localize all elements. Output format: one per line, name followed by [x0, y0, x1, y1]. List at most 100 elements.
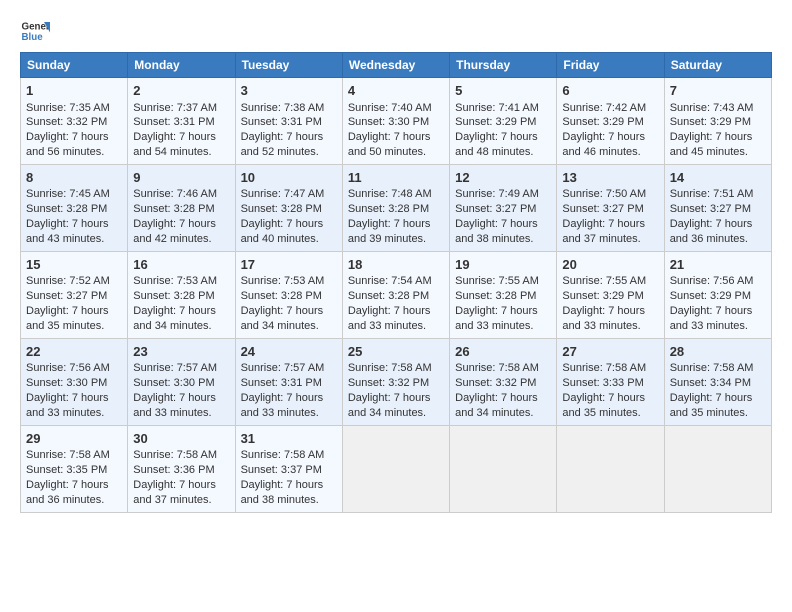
daylight: Daylight: 7 hours and 56 minutes.	[26, 131, 109, 158]
sunset: Sunset: 3:27 PM	[562, 203, 643, 215]
day-cell: 31 Sunrise: 7:58 AM Sunset: 3:37 PM Dayl…	[235, 425, 342, 512]
day-number: 20	[562, 256, 658, 274]
sunset: Sunset: 3:34 PM	[670, 377, 751, 389]
sunrise: Sunrise: 7:55 AM	[455, 275, 539, 287]
sunrise: Sunrise: 7:57 AM	[241, 362, 325, 374]
sunset: Sunset: 3:30 PM	[133, 377, 214, 389]
day-cell: 15 Sunrise: 7:52 AM Sunset: 3:27 PM Dayl…	[21, 251, 128, 338]
day-cell: 24 Sunrise: 7:57 AM Sunset: 3:31 PM Dayl…	[235, 338, 342, 425]
daylight: Daylight: 7 hours and 37 minutes.	[133, 479, 216, 506]
sunrise: Sunrise: 7:42 AM	[562, 102, 646, 114]
day-number: 28	[670, 343, 766, 361]
day-number: 29	[26, 430, 122, 448]
sunrise: Sunrise: 7:37 AM	[133, 102, 217, 114]
header-sunday: Sunday	[21, 53, 128, 78]
sunrise: Sunrise: 7:54 AM	[348, 275, 432, 287]
week-row-2: 8 Sunrise: 7:45 AM Sunset: 3:28 PM Dayli…	[21, 164, 772, 251]
sunset: Sunset: 3:30 PM	[348, 116, 429, 128]
sunset: Sunset: 3:28 PM	[241, 290, 322, 302]
day-cell: 11 Sunrise: 7:48 AM Sunset: 3:28 PM Dayl…	[342, 164, 449, 251]
daylight: Daylight: 7 hours and 36 minutes.	[26, 479, 109, 506]
header-row: SundayMondayTuesdayWednesdayThursdayFrid…	[21, 53, 772, 78]
day-number: 19	[455, 256, 551, 274]
sunset: Sunset: 3:29 PM	[562, 290, 643, 302]
week-row-3: 15 Sunrise: 7:52 AM Sunset: 3:27 PM Dayl…	[21, 251, 772, 338]
sunrise: Sunrise: 7:40 AM	[348, 102, 432, 114]
sunset: Sunset: 3:28 PM	[241, 203, 322, 215]
day-number: 10	[241, 169, 337, 187]
sunrise: Sunrise: 7:56 AM	[26, 362, 110, 374]
day-number: 24	[241, 343, 337, 361]
sunset: Sunset: 3:32 PM	[26, 116, 107, 128]
sunrise: Sunrise: 7:38 AM	[241, 102, 325, 114]
sunrise: Sunrise: 7:58 AM	[26, 449, 110, 461]
day-cell: 7 Sunrise: 7:43 AM Sunset: 3:29 PM Dayli…	[664, 78, 771, 165]
sunset: Sunset: 3:30 PM	[26, 377, 107, 389]
day-cell: 21 Sunrise: 7:56 AM Sunset: 3:29 PM Dayl…	[664, 251, 771, 338]
sunset: Sunset: 3:27 PM	[26, 290, 107, 302]
day-number: 1	[26, 82, 122, 100]
sunrise: Sunrise: 7:48 AM	[348, 188, 432, 200]
daylight: Daylight: 7 hours and 43 minutes.	[26, 218, 109, 245]
sunrise: Sunrise: 7:45 AM	[26, 188, 110, 200]
day-number: 2	[133, 82, 229, 100]
day-number: 30	[133, 430, 229, 448]
daylight: Daylight: 7 hours and 33 minutes.	[241, 392, 324, 419]
sunset: Sunset: 3:29 PM	[455, 116, 536, 128]
sunrise: Sunrise: 7:53 AM	[133, 275, 217, 287]
daylight: Daylight: 7 hours and 45 minutes.	[670, 131, 753, 158]
daylight: Daylight: 7 hours and 50 minutes.	[348, 131, 431, 158]
day-number: 26	[455, 343, 551, 361]
day-cell: 22 Sunrise: 7:56 AM Sunset: 3:30 PM Dayl…	[21, 338, 128, 425]
day-cell: 9 Sunrise: 7:46 AM Sunset: 3:28 PM Dayli…	[128, 164, 235, 251]
sunset: Sunset: 3:37 PM	[241, 464, 322, 476]
week-row-1: 1 Sunrise: 7:35 AM Sunset: 3:32 PM Dayli…	[21, 78, 772, 165]
header-monday: Monday	[128, 53, 235, 78]
day-cell: 4 Sunrise: 7:40 AM Sunset: 3:30 PM Dayli…	[342, 78, 449, 165]
sunrise: Sunrise: 7:41 AM	[455, 102, 539, 114]
day-cell: 26 Sunrise: 7:58 AM Sunset: 3:32 PM Dayl…	[450, 338, 557, 425]
daylight: Daylight: 7 hours and 33 minutes.	[562, 305, 645, 332]
day-cell: 13 Sunrise: 7:50 AM Sunset: 3:27 PM Dayl…	[557, 164, 664, 251]
day-cell: 27 Sunrise: 7:58 AM Sunset: 3:33 PM Dayl…	[557, 338, 664, 425]
sunrise: Sunrise: 7:58 AM	[562, 362, 646, 374]
sunset: Sunset: 3:28 PM	[348, 290, 429, 302]
daylight: Daylight: 7 hours and 34 minutes.	[455, 392, 538, 419]
sunrise: Sunrise: 7:58 AM	[455, 362, 539, 374]
day-number: 25	[348, 343, 444, 361]
daylight: Daylight: 7 hours and 33 minutes.	[670, 305, 753, 332]
day-number: 5	[455, 82, 551, 100]
sunset: Sunset: 3:28 PM	[455, 290, 536, 302]
sunset: Sunset: 3:29 PM	[670, 116, 751, 128]
sunset: Sunset: 3:29 PM	[670, 290, 751, 302]
sunrise: Sunrise: 7:51 AM	[670, 188, 754, 200]
day-cell: 5 Sunrise: 7:41 AM Sunset: 3:29 PM Dayli…	[450, 78, 557, 165]
day-number: 13	[562, 169, 658, 187]
day-cell	[450, 425, 557, 512]
sunrise: Sunrise: 7:57 AM	[133, 362, 217, 374]
header-friday: Friday	[557, 53, 664, 78]
header-thursday: Thursday	[450, 53, 557, 78]
logo: General Blue	[20, 16, 56, 46]
day-cell: 2 Sunrise: 7:37 AM Sunset: 3:31 PM Dayli…	[128, 78, 235, 165]
header-tuesday: Tuesday	[235, 53, 342, 78]
day-number: 31	[241, 430, 337, 448]
daylight: Daylight: 7 hours and 34 minutes.	[241, 305, 324, 332]
sunrise: Sunrise: 7:47 AM	[241, 188, 325, 200]
sunset: Sunset: 3:27 PM	[670, 203, 751, 215]
day-number: 12	[455, 169, 551, 187]
page: General Blue SundayMondayTuesdayWednesda…	[0, 0, 792, 612]
sunset: Sunset: 3:35 PM	[26, 464, 107, 476]
day-cell: 1 Sunrise: 7:35 AM Sunset: 3:32 PM Dayli…	[21, 78, 128, 165]
day-cell: 16 Sunrise: 7:53 AM Sunset: 3:28 PM Dayl…	[128, 251, 235, 338]
day-number: 23	[133, 343, 229, 361]
day-number: 22	[26, 343, 122, 361]
daylight: Daylight: 7 hours and 33 minutes.	[26, 392, 109, 419]
day-number: 18	[348, 256, 444, 274]
day-number: 14	[670, 169, 766, 187]
sunrise: Sunrise: 7:49 AM	[455, 188, 539, 200]
sunset: Sunset: 3:28 PM	[26, 203, 107, 215]
daylight: Daylight: 7 hours and 38 minutes.	[455, 218, 538, 245]
day-number: 6	[562, 82, 658, 100]
daylight: Daylight: 7 hours and 52 minutes.	[241, 131, 324, 158]
